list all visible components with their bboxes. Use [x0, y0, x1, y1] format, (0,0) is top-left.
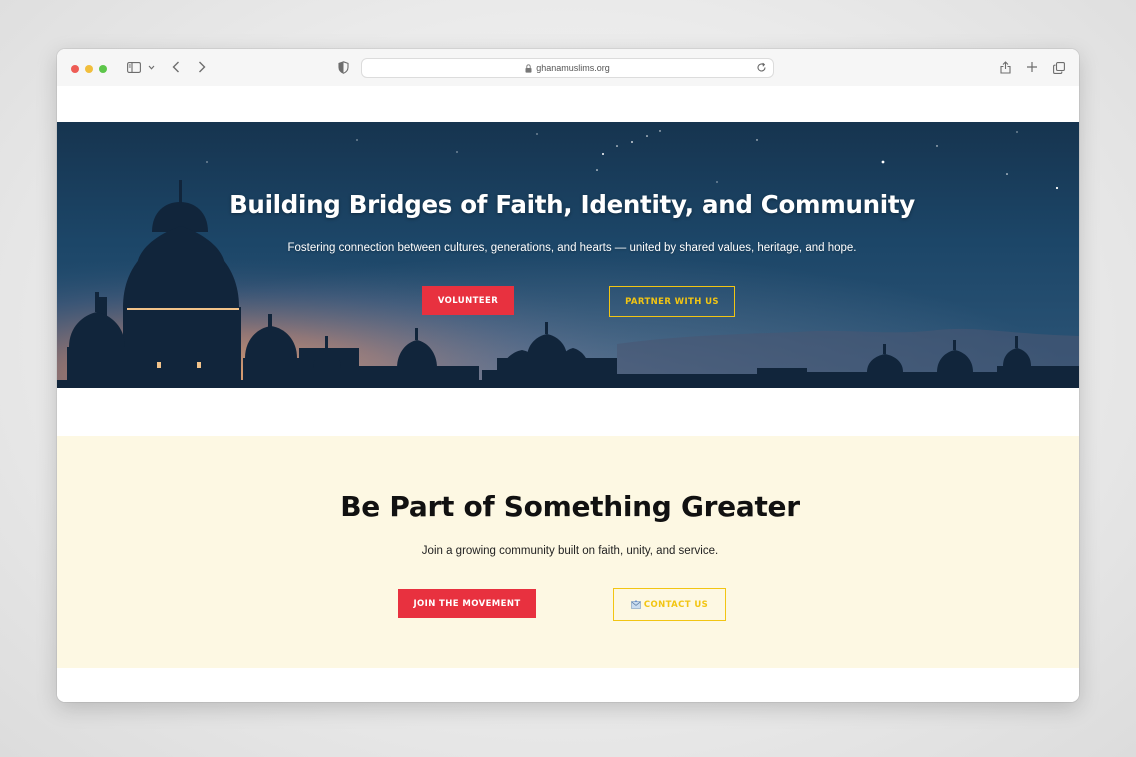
address-bar[interactable]: ghanamuslims.org	[361, 58, 774, 78]
hero-subtitle: Fostering connection between cultures, g…	[287, 242, 857, 254]
shield-icon[interactable]	[337, 60, 349, 74]
tabs-overview-icon[interactable]	[1052, 61, 1065, 74]
mosque-skyline-image	[57, 122, 1079, 388]
web-page: Building Bridges of Faith, Identity, and…	[57, 86, 1079, 702]
partner-with-us-button[interactable]: PARTNER WITH US	[609, 286, 735, 317]
new-tab-icon[interactable]	[1025, 60, 1038, 74]
url-text: ghanamuslims.org	[536, 63, 610, 73]
lock-icon	[525, 63, 532, 73]
chevron-down-icon[interactable]	[147, 61, 155, 73]
browser-toolbar: ghanamuslims.org	[57, 49, 1079, 87]
volunteer-button[interactable]: VOLUNTEER	[422, 286, 514, 315]
back-icon[interactable]	[170, 60, 182, 74]
cta-title: Be Part of Something Greater	[340, 490, 800, 523]
envelope-icon	[631, 600, 641, 609]
reload-icon[interactable]	[756, 62, 768, 74]
contact-us-button[interactable]: CONTACT US	[613, 588, 726, 621]
close-window-button[interactable]	[71, 65, 79, 73]
browser-window: ghanamuslims.org Building Bridges of Fai…	[57, 49, 1079, 702]
cta-subtitle: Join a growing community built on faith,…	[421, 545, 719, 557]
hero-banner: Building Bridges of Faith, Identity, and…	[57, 122, 1079, 388]
contact-us-label: CONTACT US	[643, 599, 709, 610]
sidebar-icon[interactable]	[126, 61, 142, 73]
join-the-movement-button[interactable]: JOIN THE MOVEMENT	[398, 589, 536, 618]
hero-title: Building Bridges of Faith, Identity, and…	[229, 190, 915, 219]
forward-icon[interactable]	[196, 60, 208, 74]
share-icon[interactable]	[999, 60, 1012, 74]
minimize-window-button[interactable]	[85, 65, 93, 73]
zoom-window-button[interactable]	[99, 65, 107, 73]
call-to-action-section: Be Part of Something Greater Join a grow…	[57, 436, 1079, 668]
